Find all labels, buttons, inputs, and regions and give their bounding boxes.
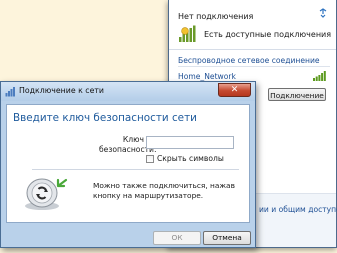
hide-characters-label[interactable]: Скрыть символы bbox=[157, 154, 224, 163]
close-button[interactable]: ✕ bbox=[218, 83, 251, 97]
connection-status-title: Нет подключения bbox=[178, 12, 254, 21]
available-connections-row: Есть доступные подключения bbox=[178, 25, 331, 43]
cancel-button[interactable]: Отмена bbox=[203, 231, 251, 245]
network-icon bbox=[5, 87, 15, 97]
router-wps-icon bbox=[25, 178, 68, 210]
dialog-body: Введите ключ безопасности сети Ключ безо… bbox=[6, 104, 250, 223]
divider bbox=[32, 169, 239, 170]
divider bbox=[169, 49, 336, 50]
router-hint-text: Можно также подключиться, нажав кнопку н… bbox=[93, 181, 243, 201]
dialog-titlebar[interactable]: Подключение к сети ✕ bbox=[1, 82, 255, 101]
security-key-label-line1: Ключ bbox=[122, 135, 144, 144]
security-key-label-line2: безопасности: bbox=[99, 145, 157, 154]
network-name[interactable]: Home_Network bbox=[178, 72, 236, 81]
hide-characters-checkbox[interactable] bbox=[146, 154, 154, 163]
network-available-icon bbox=[179, 25, 196, 42]
available-connections-text: Есть доступные подключения bbox=[204, 29, 332, 39]
security-key-label: Ключ безопасности: bbox=[99, 135, 157, 155]
hide-characters-option[interactable]: Скрыть символы bbox=[146, 154, 224, 163]
signal-strength-icon bbox=[313, 71, 326, 81]
wireless-section-heading: Беспроводное сетевое соединение bbox=[178, 56, 320, 65]
divider bbox=[178, 66, 330, 67]
ok-button[interactable]: ОК bbox=[153, 231, 201, 245]
dialog-title: Подключение к сети bbox=[19, 86, 105, 95]
security-key-input[interactable] bbox=[146, 136, 234, 149]
router-hint-line1: Можно также подключиться, нажав bbox=[93, 181, 235, 190]
connect-button[interactable]: Подключение bbox=[268, 88, 326, 101]
network-center-link[interactable]: ии и общим доступом bbox=[259, 205, 337, 214]
dialog-heading: Введите ключ безопасности сети bbox=[13, 112, 197, 124]
router-hint-line2: кнопку на маршрутизаторе. bbox=[93, 191, 204, 200]
refresh-icon[interactable] bbox=[318, 8, 328, 18]
connect-dialog: Подключение к сети ✕ Введите ключ безопа… bbox=[0, 81, 256, 248]
